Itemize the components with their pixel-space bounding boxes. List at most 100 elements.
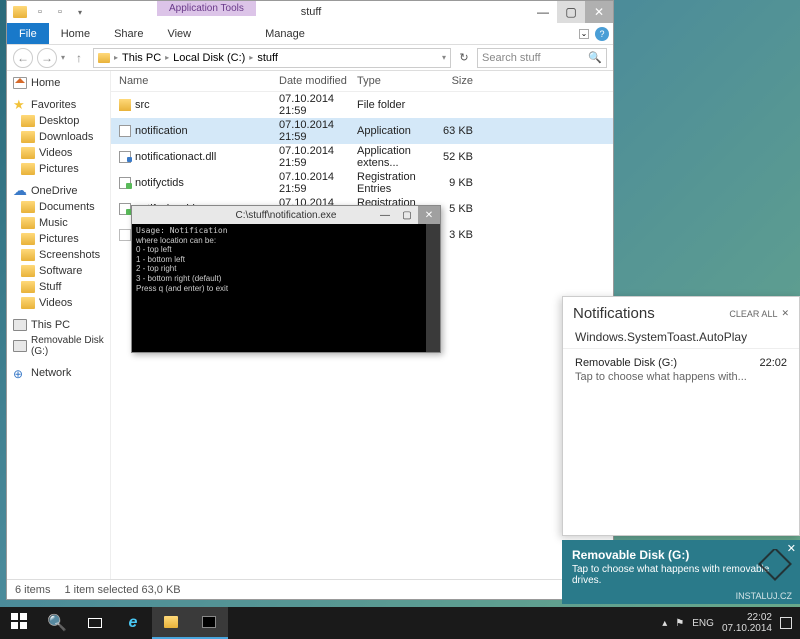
tray-flag-icon[interactable]: ⚑	[675, 618, 684, 629]
task-view-button[interactable]	[76, 607, 114, 639]
maximize-button[interactable]: ▢	[557, 1, 585, 23]
column-headers: Name Date modified Type Size	[111, 71, 613, 92]
sidebar-item-downloads[interactable]: Downloads	[7, 129, 110, 145]
chevron-right-icon[interactable]: ▸	[165, 53, 169, 62]
start-button[interactable]	[0, 607, 38, 639]
forward-button[interactable]: →	[37, 48, 57, 68]
folder-icon	[21, 131, 35, 143]
sidebar-home[interactable]: Home	[7, 75, 110, 91]
folder-icon	[21, 201, 35, 213]
ribbon-tabs: File Home Share View Manage ⌄ ?	[7, 23, 613, 45]
sidebar-network[interactable]: ⊕Network	[7, 365, 110, 381]
search-placeholder: Search stuff	[482, 52, 541, 64]
tab-manage[interactable]: Manage	[253, 23, 317, 44]
notification-item[interactable]: Removable Disk (G:) 22:02 Tap to choose …	[563, 349, 799, 391]
console-close-button[interactable]: ✕	[418, 206, 440, 224]
reg-icon	[119, 177, 131, 189]
status-bar: 6 items 1 item selected 63,0 KB	[7, 579, 613, 599]
col-size[interactable]: Size	[433, 75, 473, 87]
file-row[interactable]: notificationact.dll07.10.2014 21:59Appli…	[111, 144, 613, 170]
sidebar-onedrive[interactable]: ☁OneDrive	[7, 183, 110, 199]
reg-icon	[119, 203, 131, 215]
pc-icon	[13, 319, 27, 331]
back-button[interactable]: ←	[13, 48, 33, 68]
tray-up-icon[interactable]: ▴	[662, 618, 667, 629]
sidebar-item-pictures[interactable]: Pictures	[7, 161, 110, 177]
breadcrumb[interactable]: ▸ This PC ▸ Local Disk (C:) ▸ stuff ▾	[93, 48, 451, 68]
navigation-pane: Home ★Favorites DesktopDownloadsVideosPi…	[7, 71, 111, 579]
sidebar-item-software[interactable]: Software	[7, 263, 110, 279]
window-controls: — ▢ ✕	[529, 1, 613, 23]
chevron-right-icon[interactable]: ▸	[249, 53, 253, 62]
tab-view[interactable]: View	[155, 23, 203, 44]
toast-body: Tap to choose what happens with removabl…	[572, 564, 776, 586]
notification-group-title: Windows.SystemToast.AutoPlay	[563, 326, 799, 349]
close-icon: ✕	[781, 308, 789, 319]
crumb-this-pc[interactable]: This PC	[122, 52, 161, 64]
console-output: Usage: Notification where location can b…	[132, 224, 440, 352]
console-minimize-button[interactable]: —	[374, 206, 396, 224]
qat-new-folder-icon[interactable]: ▫	[53, 5, 67, 19]
explorer-taskbar-button[interactable]	[152, 607, 190, 639]
txt-icon	[119, 229, 131, 241]
refresh-button[interactable]: ↻	[455, 49, 473, 67]
up-button[interactable]: ↑	[69, 48, 89, 68]
star-icon: ★	[13, 99, 27, 111]
col-name[interactable]: Name	[119, 75, 279, 87]
folder-icon	[21, 115, 35, 127]
help-icon[interactable]: ?	[595, 27, 609, 41]
breadcrumb-dropdown-icon[interactable]: ▾	[442, 53, 446, 62]
search-input[interactable]: Search stuff 🔍	[477, 48, 607, 68]
sidebar-item-documents[interactable]: Documents	[7, 199, 110, 215]
sidebar-item-music[interactable]: Music	[7, 215, 110, 231]
chevron-right-icon[interactable]: ▸	[114, 53, 118, 62]
file-row[interactable]: src07.10.2014 21:59File folder	[111, 92, 613, 118]
minimize-button[interactable]: —	[529, 1, 557, 23]
recent-dropdown-icon[interactable]: ▾	[61, 53, 65, 62]
toast-close-button[interactable]: ✕	[787, 542, 796, 555]
console-maximize-button[interactable]: ▢	[396, 206, 418, 224]
ie-icon: e	[129, 614, 138, 632]
sidebar-item-videos[interactable]: Videos	[7, 145, 110, 161]
sidebar-item-desktop[interactable]: Desktop	[7, 113, 110, 129]
crumb-stuff[interactable]: stuff	[257, 52, 278, 64]
dropdown-icon[interactable]: ▾	[73, 5, 87, 19]
notifications-tray-icon[interactable]	[780, 617, 792, 629]
sidebar-item-videos[interactable]: Videos	[7, 295, 110, 311]
sidebar-favorites[interactable]: ★Favorites	[7, 97, 110, 113]
crumb-local-disk[interactable]: Local Disk (C:)	[173, 52, 245, 64]
system-tray: ▴ ⚑ ENG 22:02 07.10.2014	[654, 607, 800, 639]
tray-clock[interactable]: 22:02 07.10.2014	[722, 612, 772, 634]
tray-language[interactable]: ENG	[692, 618, 714, 629]
search-icon: 🔍	[588, 51, 602, 64]
file-row[interactable]: notification07.10.2014 21:59Application6…	[111, 118, 613, 144]
clear-all-button[interactable]: CLEAR ALL ✕	[729, 308, 789, 319]
windows-icon	[11, 613, 27, 634]
folder-icon	[13, 6, 27, 18]
console-taskbar-button[interactable]	[190, 607, 228, 639]
file-row[interactable]: notifyctids07.10.2014 21:59Registration …	[111, 170, 613, 196]
folder-icon	[164, 616, 178, 628]
sidebar-removable-disk[interactable]: Removable Disk (G:)	[7, 333, 110, 359]
console-scrollbar[interactable]	[426, 224, 440, 352]
qat-properties-icon[interactable]: ▫	[33, 5, 47, 19]
tab-file[interactable]: File	[7, 23, 49, 44]
ie-button[interactable]: e	[114, 607, 152, 639]
col-type[interactable]: Type	[357, 75, 433, 87]
sidebar-item-screenshots[interactable]: Screenshots	[7, 247, 110, 263]
folder-icon	[119, 99, 131, 111]
folder-icon	[98, 53, 110, 63]
tab-share[interactable]: Share	[102, 23, 155, 44]
col-date[interactable]: Date modified	[279, 75, 357, 87]
expand-ribbon-icon[interactable]: ⌄	[579, 29, 589, 39]
close-button[interactable]: ✕	[585, 1, 613, 23]
tab-home[interactable]: Home	[49, 23, 102, 44]
dll-icon	[119, 151, 131, 163]
autoplay-toast[interactable]: ✕ Removable Disk (G:) Tap to choose what…	[562, 540, 800, 604]
home-icon	[13, 77, 27, 89]
sidebar-item-stuff[interactable]: Stuff	[7, 279, 110, 295]
sidebar-this-pc[interactable]: This PC	[7, 317, 110, 333]
toast-title: Removable Disk (G:)	[572, 548, 776, 562]
sidebar-item-pictures[interactable]: Pictures	[7, 231, 110, 247]
search-button[interactable]: 🔍	[38, 607, 76, 639]
